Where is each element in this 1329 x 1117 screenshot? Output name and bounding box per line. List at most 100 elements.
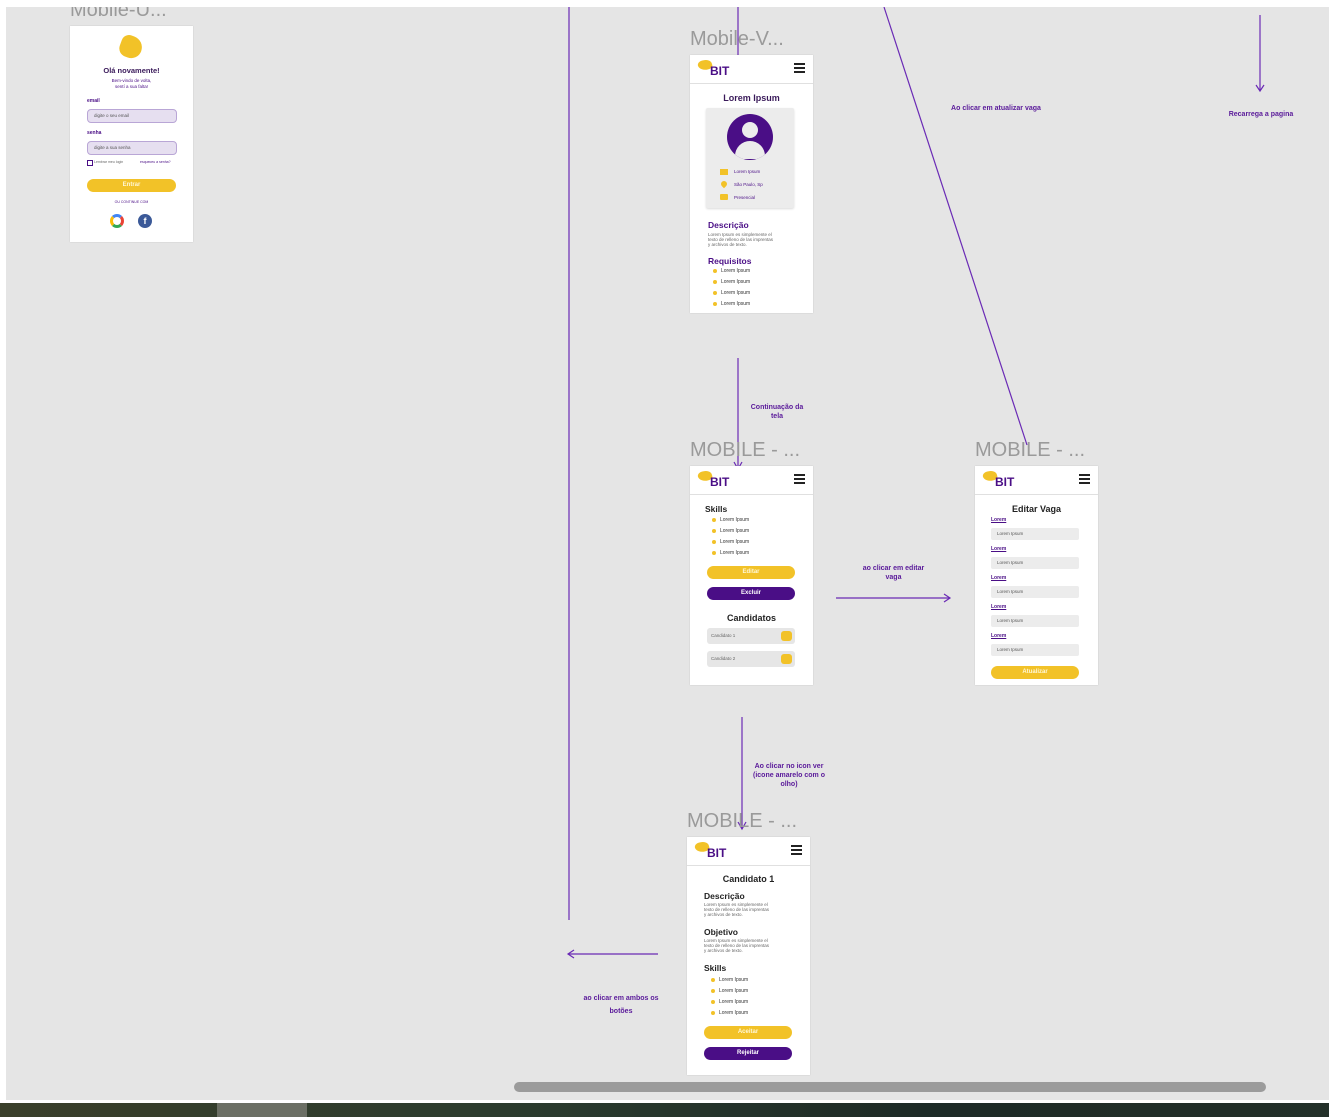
- briefcase-icon: [720, 194, 728, 200]
- vaga-info-1: Lorem Ipsum: [734, 169, 761, 174]
- skill-item: Lorem Ipsum: [711, 539, 750, 545]
- accept-button[interactable]: Aceitar: [704, 1026, 792, 1039]
- edit-field-1[interactable]: Lorem Ipsum: [991, 528, 1079, 540]
- annotation-ambos: ao clicar em ambos os botões: [583, 995, 659, 1015]
- design-canvas[interactable]: Ao clicar em atualizar vaga Recarrega a …: [6, 7, 1329, 1100]
- edit-field-2[interactable]: Lorem Ipsum: [991, 557, 1079, 569]
- taskbar: [0, 1103, 1329, 1117]
- field-label: Lorem: [991, 546, 1007, 552]
- candidate-header: BIT: [687, 837, 810, 866]
- brazil-logo-icon: [116, 32, 146, 62]
- frame-title-edit[interactable]: MOBILE - ...: [975, 439, 1085, 462]
- vaga-header: BIT: [690, 55, 813, 84]
- password-label: senha: [87, 130, 102, 136]
- candidate-name: Candidato 2: [711, 656, 736, 661]
- candidate-skills-title: Skills: [704, 963, 727, 973]
- edit-heading: Editar Vaga: [1011, 504, 1062, 514]
- vaga-heading: Lorem Ipsum: [723, 93, 780, 103]
- horizontal-scrollbar[interactable]: [514, 1082, 1266, 1092]
- candidate-skill-item: Lorem Ipsum: [710, 988, 749, 994]
- reject-button[interactable]: Rejeitar: [704, 1047, 792, 1060]
- skills-header: BIT: [690, 466, 813, 495]
- candidate-skill-item: Lorem Ipsum: [710, 977, 749, 983]
- facebook-icon[interactable]: f: [138, 214, 152, 228]
- skill-item: Lorem Ipsum: [711, 550, 750, 556]
- field-label: Lorem: [991, 633, 1007, 639]
- frame-vaga[interactable]: BIT Lorem Ipsum Lorem Ipsum São Paulo, S…: [690, 55, 813, 313]
- vaga-card: Lorem Ipsum São Paulo, Sp Presencial: [706, 108, 794, 208]
- candidate-name: Candidato 1: [711, 633, 736, 638]
- google-icon[interactable]: [110, 214, 124, 228]
- frame-skills[interactable]: BIT Skills Lorem Ipsum Lorem Ipsum Lorem…: [690, 466, 813, 685]
- candidate-skill-item: Lorem Ipsum: [710, 999, 749, 1005]
- menu-icon[interactable]: [794, 474, 805, 484]
- candidate-row[interactable]: Candidato 1: [707, 628, 795, 644]
- frame-edit[interactable]: BIT Editar Vaga Lorem Lorem Ipsum Lorem …: [975, 466, 1098, 685]
- frame-title-login[interactable]: Mobile-U...: [70, 7, 167, 22]
- edit-field-5[interactable]: Lorem Ipsum: [991, 644, 1079, 656]
- menu-icon[interactable]: [794, 63, 805, 73]
- annotation-atualizar: Ao clicar em atualizar vaga: [951, 105, 1041, 112]
- flow-connectors: [566, 7, 1265, 959]
- edit-field-3[interactable]: Lorem Ipsum: [991, 586, 1079, 598]
- field-label: Lorem: [991, 604, 1007, 610]
- brand-logo: BIT: [710, 64, 730, 78]
- location-pin-icon: [719, 179, 729, 189]
- candidate-skill-item: Lorem Ipsum: [710, 1010, 749, 1016]
- req-item: Lorem Ipsum: [712, 301, 751, 307]
- brand-logo: BIT: [995, 475, 1015, 489]
- field-label: Lorem: [991, 517, 1007, 523]
- candidate-obj-line-3: y archivos de texto.: [704, 948, 743, 953]
- req-item: Lorem Ipsum: [712, 268, 751, 274]
- profile-avatar-icon: [727, 114, 773, 160]
- frame-candidate[interactable]: BIT Candidato 1 Descrição Lorem Ipsum es…: [687, 837, 810, 1075]
- eye-icon[interactable]: [781, 631, 792, 641]
- candidate-desc-line-3: y archivos de texto.: [704, 912, 743, 917]
- req-item: Lorem Ipsum: [712, 279, 751, 285]
- edit-header: BIT: [975, 466, 1098, 495]
- chart-icon: [720, 169, 728, 175]
- frame-title-skills[interactable]: MOBILE - ...: [690, 439, 800, 462]
- login-subtitle-2: sentí a sua falta!: [114, 84, 149, 89]
- skill-item: Lorem Ipsum: [711, 528, 750, 534]
- edit-button[interactable]: Editar: [707, 566, 795, 579]
- annotation-editar: ao clicar em editar vaga: [862, 565, 925, 581]
- menu-icon[interactable]: [791, 845, 802, 855]
- vaga-desc-title: Descrição: [708, 220, 749, 230]
- vaga-info-2: São Paulo, Sp: [734, 182, 763, 187]
- menu-icon[interactable]: [1079, 474, 1090, 484]
- skill-item: Lorem Ipsum: [711, 517, 750, 523]
- login-subtitle-1: Bem-vindo de volta,: [111, 78, 152, 83]
- annotation-continuacao: Continuação da tela: [750, 404, 804, 420]
- email-label: email: [87, 98, 100, 104]
- candidates-title: Candidatos: [726, 613, 776, 623]
- frame-login[interactable]: Olá novamente! Bem-vindo de volta, sentí…: [70, 26, 193, 242]
- field-label: Lorem: [991, 575, 1007, 581]
- login-divider: OU CONTINUE COM: [114, 200, 149, 204]
- frame-title-vaga[interactable]: Mobile-V...: [690, 28, 784, 51]
- edit-field-4[interactable]: Lorem Ipsum: [991, 615, 1079, 627]
- annotation-icon-ver: Ao clicar no icon ver (icone amarelo com …: [753, 763, 825, 788]
- candidate-obj-title: Objetivo: [704, 927, 739, 937]
- forgot-password-link[interactable]: esqueceu a senha?: [140, 160, 171, 165]
- candidate-heading: Candidato 1: [722, 874, 775, 884]
- frame-title-candidate[interactable]: MOBILE - ...: [687, 810, 797, 833]
- candidate-row[interactable]: Candidato 2: [707, 651, 795, 667]
- taskbar-item[interactable]: [217, 1103, 307, 1117]
- login-heading: Olá novamente!: [103, 66, 160, 75]
- vaga-req-title: Requisitos: [708, 256, 752, 266]
- login-submit-button[interactable]: Entrar: [87, 179, 176, 192]
- delete-button[interactable]: Excluir: [707, 587, 795, 600]
- update-button[interactable]: Atualizar: [991, 666, 1079, 679]
- brand-logo: BIT: [710, 475, 730, 489]
- vaga-info-3: Presencial: [734, 195, 756, 200]
- remember-label: Lembrar meu login: [94, 160, 124, 164]
- remember-checkbox[interactable]: [87, 160, 93, 166]
- req-item: Lorem Ipsum: [712, 290, 751, 296]
- eye-icon[interactable]: [781, 654, 792, 664]
- password-field[interactable]: digite a sua senha: [87, 141, 177, 155]
- email-field[interactable]: digite o seu email: [87, 109, 177, 123]
- annotation-recarrega: Recarrega a pagina: [1228, 111, 1294, 118]
- candidate-desc-title: Descrição: [704, 891, 745, 901]
- skills-title: Skills: [705, 504, 728, 514]
